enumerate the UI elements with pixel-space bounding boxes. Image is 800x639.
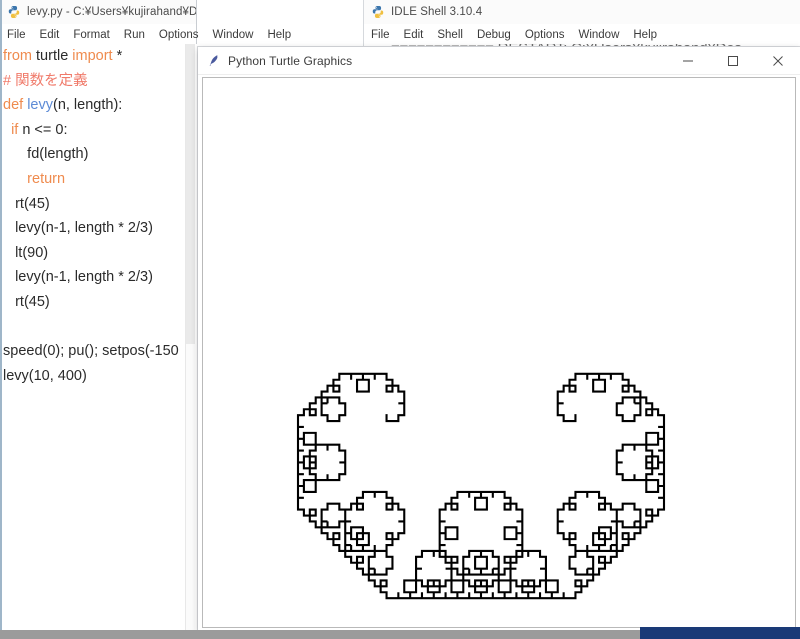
code-editor-text-area[interactable]: from turtle import * # 関数を定義 def levy(n, l… — [0, 44, 197, 639]
shell-titlebar[interactable]: IDLE Shell 3.10.4 — [364, 0, 800, 24]
levy-c-curve-fractal — [296, 372, 666, 600]
turtle-window-controls[interactable] — [665, 47, 800, 74]
editor-titlebar[interactable]: levy.py - C:¥Users¥kujirahand¥Desktop¥le… — [0, 0, 196, 24]
editor-menubar[interactable]: File Edit Format Run Options Window Help — [0, 24, 291, 45]
shell-menu-help[interactable]: Help — [633, 29, 657, 41]
code-line: speed(0); pu(); setpos(-150 — [3, 343, 179, 360]
close-button[interactable] — [755, 47, 800, 74]
python-file-icon — [371, 5, 385, 19]
code-line: from turtle import * — [3, 48, 123, 64]
editor-menu-run[interactable]: Run — [124, 29, 145, 41]
editor-menu-help[interactable]: Help — [267, 29, 291, 41]
editor-title-text: levy.py - C:¥Users¥kujirahand¥Desktop¥le… — [27, 6, 196, 18]
code-line: if n <= 0: — [11, 121, 68, 138]
shell-menu-options[interactable]: Options — [525, 29, 565, 41]
minimize-button[interactable] — [665, 47, 710, 74]
code-line: levy(n-1, length * 2/3) — [3, 269, 153, 286]
shell-title-text: IDLE Shell 3.10.4 — [391, 6, 483, 18]
python-feather-icon — [208, 54, 222, 68]
code-line: return — [27, 170, 66, 187]
editor-scrollbar-thumb[interactable] — [186, 44, 195, 344]
editor-menu-file[interactable]: File — [7, 29, 26, 41]
python-file-icon — [7, 5, 21, 19]
editor-menu-format[interactable]: Format — [73, 29, 109, 41]
shell-menu-debug[interactable]: Debug — [477, 29, 511, 41]
python-turtle-graphics-window[interactable]: Python Turtle Graphics — [198, 47, 800, 632]
taskbar-accent — [640, 627, 800, 639]
maximize-button[interactable] — [710, 47, 755, 74]
code-line: fd(length) — [3, 146, 89, 163]
turtle-title-text: Python Turtle Graphics — [228, 53, 353, 68]
editor-vertical-scrollbar[interactable] — [185, 44, 195, 639]
editor-menu-options[interactable]: Options — [159, 29, 199, 41]
code-line: rt(45) — [3, 195, 50, 212]
shell-menu-window[interactable]: Window — [578, 29, 619, 41]
desktop-screen: IDLE Shell 3.10.4 File Edit Shell Debug … — [0, 0, 800, 639]
turtle-canvas[interactable] — [202, 77, 796, 628]
idle-editor-window[interactable]: levy.py - C:¥Users¥kujirahand¥Desktop¥le… — [0, 0, 291, 639]
shell-menu-edit[interactable]: Edit — [404, 29, 424, 41]
code-line: def levy(n, length): — [3, 97, 123, 114]
editor-menu-edit[interactable]: Edit — [40, 29, 60, 41]
shell-menu-file[interactable]: File — [371, 29, 390, 41]
editor-menu-window[interactable]: Window — [213, 29, 254, 41]
code-line: levy(10, 400) — [3, 367, 87, 384]
shell-menubar[interactable]: File Edit Shell Debug Options Window Hel… — [364, 24, 800, 45]
turtle-titlebar[interactable]: Python Turtle Graphics — [198, 47, 800, 75]
shell-menu-shell[interactable]: Shell — [437, 29, 463, 41]
code-line: rt(45) — [3, 293, 50, 310]
code-line: lt(90) — [3, 244, 49, 261]
code-line: # 関数を定義 — [3, 72, 88, 89]
code-line: levy(n-1, length * 2/3) — [3, 220, 153, 237]
